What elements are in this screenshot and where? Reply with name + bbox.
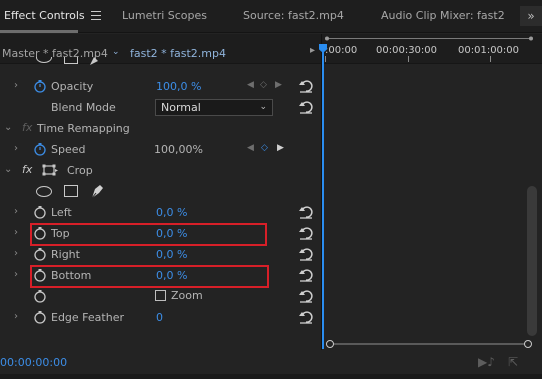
opacity-row: › Opacity 100,0 % ◀ ◇ ▶ (0, 76, 321, 97)
panel-tab-bar: Effect Controls Lumetri Scopes Source: f… (0, 0, 542, 33)
crop-right-value[interactable]: 0,0 % (156, 248, 187, 261)
crop-zoom-row: Zoom (0, 286, 321, 307)
crop-left-label: Left (51, 206, 72, 219)
show-timeline-arrow-icon[interactable]: ▸ (310, 45, 315, 56)
blend-mode-row: Blend Mode Normal ⌄ (0, 97, 321, 118)
rectangle-mask-icon[interactable] (64, 185, 78, 197)
expand-arrow-icon[interactable]: › (14, 311, 18, 322)
vertical-scrollbar[interactable] (527, 186, 537, 336)
expand-arrow-icon[interactable]: › (14, 206, 18, 217)
stopwatch-icon[interactable] (33, 142, 47, 156)
top-highlight-box (30, 223, 267, 246)
keyframe-timeline: :00:00 00:00:30:00 00:01:00:00 (319, 34, 542, 379)
blend-mode-select[interactable]: Normal ⌄ (155, 99, 273, 116)
reset-icon[interactable] (298, 100, 314, 114)
fx-badge-icon[interactable]: fx (22, 163, 32, 176)
motion-shapes-row (0, 57, 321, 69)
ruler-tick (325, 56, 326, 62)
crop-right-row: › Right 0,0 % (0, 244, 321, 265)
stopwatch-icon[interactable] (33, 205, 47, 219)
playhead-line[interactable] (322, 44, 324, 349)
tab-effect-controls[interactable]: Effect Controls (4, 9, 85, 22)
opacity-label: Opacity (51, 80, 94, 93)
timeline-horizontal-scrollbar[interactable] (326, 340, 532, 348)
scroll-start-handle[interactable] (326, 340, 334, 348)
add-keyframe-icon[interactable]: ◇ (261, 143, 268, 153)
ruler-tick (408, 56, 409, 62)
expand-arrow-icon[interactable]: › (14, 248, 18, 259)
scroll-track (332, 343, 526, 345)
filter-icon[interactable]: ▶♪ (478, 355, 495, 369)
current-timecode[interactable]: 00:00:00:00 (0, 356, 67, 369)
speed-value[interactable]: 100,00% (154, 143, 203, 156)
crop-effect-row: ⌄ fx Crop (0, 160, 321, 181)
timeline-zoom-bar[interactable] (324, 36, 534, 41)
blend-mode-value: Normal (161, 101, 201, 114)
ruler-tick-label: :00:00 (325, 45, 358, 56)
bottom-highlight-box (30, 265, 269, 288)
chevron-down-icon: ⌄ (259, 102, 267, 112)
more-tabs-icon[interactable]: » (520, 6, 542, 26)
prev-keyframe-icon[interactable]: ◀ (247, 80, 254, 90)
time-ruler[interactable]: :00:00 00:00:30:00 00:01:00:00 (322, 34, 542, 64)
bottom-strip (0, 374, 542, 379)
expand-arrow-icon[interactable]: › (14, 269, 18, 280)
tab-audio-clip-mixer[interactable]: Audio Clip Mixer: fast2 (381, 9, 505, 22)
edge-feather-label: Edge Feather (51, 311, 124, 324)
reset-icon[interactable] (298, 205, 314, 219)
next-keyframe-icon[interactable]: ▶ (275, 80, 282, 90)
crop-left-row: › Left 0,0 % (0, 202, 321, 223)
crop-right-label: Right (51, 248, 80, 261)
opacity-value[interactable]: 100,0 % (156, 80, 201, 93)
stopwatch-icon[interactable] (33, 310, 47, 324)
stopwatch-icon[interactable] (33, 289, 47, 303)
reset-icon[interactable] (298, 310, 314, 324)
export-icon[interactable]: ⇱ (508, 355, 518, 369)
blend-mode-label: Blend Mode (51, 101, 116, 114)
add-keyframe-icon[interactable]: ◇ (260, 80, 267, 90)
reset-icon[interactable] (298, 226, 314, 240)
reset-icon[interactable] (298, 289, 314, 303)
prev-keyframe-icon[interactable]: ◀ (247, 143, 254, 153)
transform-box-icon (42, 164, 58, 176)
expand-arrow-icon[interactable]: › (14, 143, 18, 154)
stopwatch-icon[interactable] (33, 79, 47, 93)
ruler-tick-label: 00:00:30:00 (376, 45, 438, 56)
fx-badge-icon[interactable]: fx (22, 121, 32, 134)
pen-mask-icon[interactable] (89, 183, 105, 200)
speed-label: Speed (51, 143, 86, 156)
pen-mask-icon[interactable] (88, 57, 102, 67)
zoom-label: Zoom (171, 289, 203, 302)
zoom-checkbox[interactable] (155, 290, 166, 301)
expand-arrow-icon[interactable]: › (14, 227, 18, 238)
ruler-tick (490, 56, 491, 62)
tab-lumetri-scopes[interactable]: Lumetri Scopes (122, 9, 207, 22)
tab-source[interactable]: Source: fast2.mp4 (243, 9, 344, 22)
reset-icon[interactable] (298, 79, 314, 93)
collapse-arrow-icon[interactable]: ⌄ (4, 164, 12, 175)
effect-properties-panel: Master * fast2.mp4 ⌄ fast2 * fast2.mp4 ▸… (0, 34, 321, 379)
next-keyframe-icon[interactable]: ▶ (277, 143, 284, 153)
edge-feather-row: › Edge Feather 0 (0, 307, 321, 328)
active-tab-indicator (0, 30, 78, 33)
scroll-end-handle[interactable] (524, 340, 532, 348)
time-remapping-row: ⌄ fx Time Remapping (0, 118, 321, 139)
stopwatch-icon[interactable] (33, 247, 47, 261)
reset-icon[interactable] (298, 247, 314, 261)
expand-arrow-icon[interactable]: › (14, 80, 18, 91)
edge-feather-value[interactable]: 0 (156, 311, 163, 324)
ellipse-mask-icon[interactable] (36, 57, 52, 63)
reset-icon[interactable] (298, 268, 314, 282)
crop-left-value[interactable]: 0,0 % (156, 206, 187, 219)
time-remapping-label: Time Remapping (37, 122, 130, 135)
ruler-tick-label: 00:01:00:00 (458, 45, 520, 56)
speed-row: › Speed 100,00% ◀ ◇ ▶ (0, 139, 321, 160)
collapse-arrow-icon[interactable]: ⌄ (4, 122, 12, 133)
crop-label: Crop (67, 164, 93, 177)
rectangle-mask-icon[interactable] (64, 57, 78, 64)
panel-menu-icon[interactable] (91, 11, 101, 20)
chevron-down-icon[interactable]: ⌄ (112, 47, 120, 57)
ellipse-mask-icon[interactable] (36, 186, 52, 197)
crop-mask-tools-row (0, 181, 321, 202)
